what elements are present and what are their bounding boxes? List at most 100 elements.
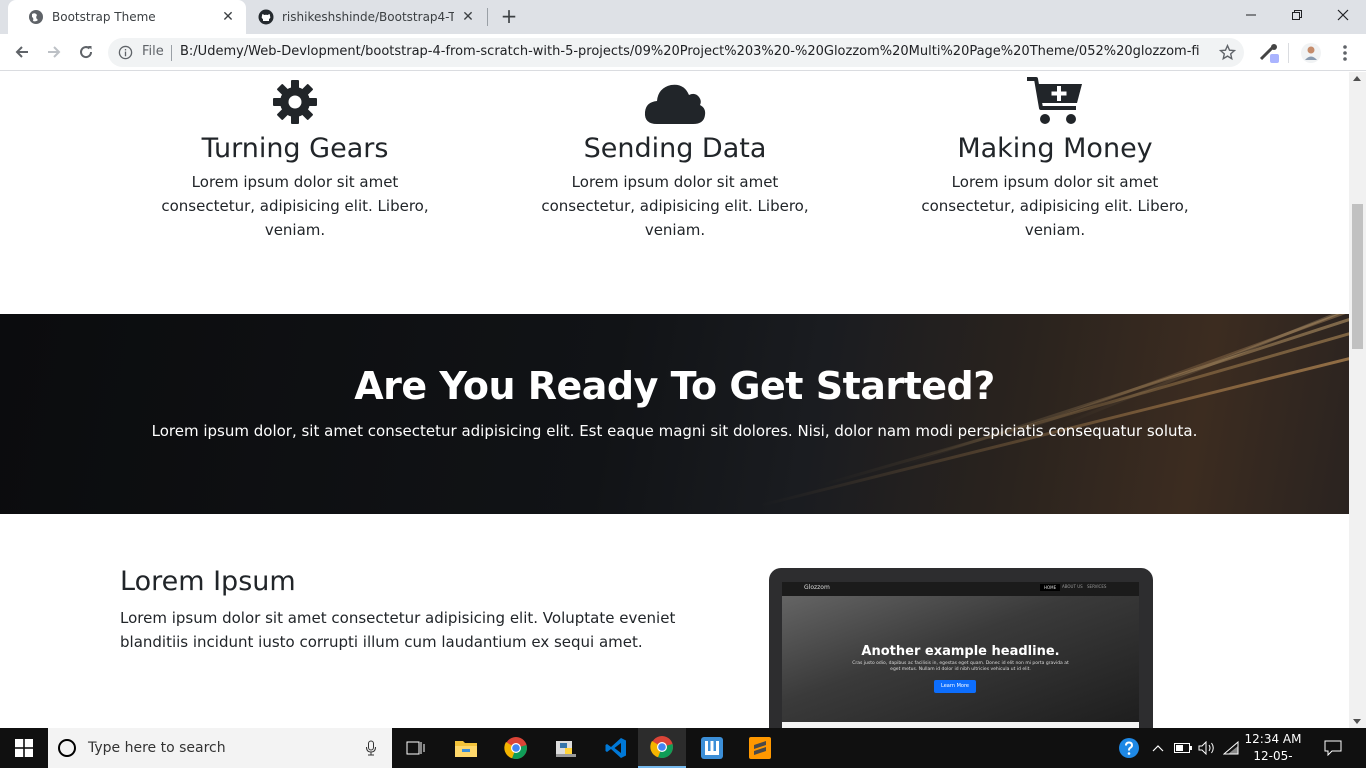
feature-turning-gears: Turning Gears Lorem ipsum dolor sit amet…	[105, 72, 485, 242]
mini-headline: Another example headline.	[861, 644, 1060, 659]
scrollbar-thumb[interactable]	[1352, 204, 1363, 349]
star-icon[interactable]	[1219, 44, 1236, 61]
clock-time: 12:34 AM	[1244, 732, 1302, 746]
windows-taskbar: Type here to search 12:34 AM 12-05-2019	[0, 728, 1366, 780]
taskbar-vscode[interactable]	[592, 728, 640, 768]
tab-title: Bootstrap Theme	[52, 10, 156, 24]
restore-button[interactable]	[1274, 0, 1320, 30]
feature-text: Lorem ipsum dolor sit amet consectetur, …	[541, 173, 809, 239]
taskbar-chrome-active[interactable]	[638, 728, 686, 768]
forward-button[interactable]	[42, 40, 66, 64]
wifi-icon	[1223, 741, 1239, 755]
banner-title: Are You Ready To Get Started?	[354, 364, 995, 408]
info-icon[interactable]	[118, 45, 133, 60]
browser-toolbar: File B:/Udemy/Web-Devlopment/bootstrap-4…	[0, 34, 1366, 71]
mini-nav-home: HOME	[1040, 584, 1061, 591]
menu-icon[interactable]	[1334, 42, 1356, 64]
clock-date: 12-05-2019	[1253, 749, 1293, 780]
avatar[interactable]	[1300, 42, 1322, 64]
tab-bootstrap-theme[interactable]: Bootstrap Theme ✕	[8, 0, 246, 34]
tray-overflow-button[interactable]	[1148, 728, 1168, 768]
banner-text: Lorem ipsum dolor, sit amet consectetur …	[151, 422, 1198, 440]
vscode-icon	[605, 738, 626, 758]
info-title: Lorem Ipsum	[120, 566, 296, 597]
scheme-label: File	[142, 44, 164, 59]
python-icon	[556, 741, 576, 757]
mini-nav-about: ABOUT US	[1062, 584, 1083, 589]
address-divider	[171, 45, 172, 61]
toolbar-divider	[1288, 43, 1289, 63]
volume-icon	[1198, 741, 1214, 755]
get-started-banner: Are You Ready To Get Started? Lorem ipsu…	[0, 314, 1349, 514]
help-icon	[1119, 738, 1139, 758]
laptop-screen: Glozzom HOME ABOUT US SERVICES Another e…	[782, 582, 1139, 722]
feature-title: Sending Data	[583, 133, 767, 164]
arrow-right-icon	[48, 46, 61, 58]
reload-button[interactable]	[74, 40, 98, 64]
page-viewport: Turning Gears Lorem ipsum dolor sit amet…	[0, 72, 1349, 728]
battery-tray[interactable]	[1172, 728, 1194, 768]
close-icon	[1337, 9, 1349, 21]
feature-title: Making Money	[957, 133, 1153, 164]
sublime-text-icon	[749, 737, 771, 759]
task-view-icon	[406, 741, 425, 755]
chrome-icon	[650, 736, 673, 759]
chrome-icon	[504, 737, 527, 760]
github-icon	[258, 9, 274, 25]
taskbar-sublime-text[interactable]	[736, 728, 784, 768]
close-icon[interactable]: ✕	[220, 9, 236, 25]
app-icon	[701, 737, 723, 759]
reload-icon	[80, 46, 93, 59]
mini-learn-more: Learn More	[934, 680, 976, 693]
tab-divider	[487, 8, 488, 26]
mini-navbar: Glozzom HOME ABOUT US SERVICES	[782, 582, 1139, 596]
arrow-left-icon	[15, 46, 28, 58]
taskbar-search-box[interactable]: Type here to search	[48, 728, 392, 768]
globe-icon	[29, 10, 43, 24]
minimize-button[interactable]	[1228, 0, 1274, 30]
cart-plus-icon	[1027, 77, 1082, 124]
tab-title: rishikeshshinde/Bootstrap4-Then	[282, 10, 454, 24]
taskbar-app[interactable]	[688, 728, 736, 768]
volume-tray[interactable]	[1196, 728, 1218, 768]
windows-logo-icon	[15, 739, 33, 757]
feature-making-money: Making Money Lorem ipsum dolor sit amet …	[865, 72, 1245, 242]
laptop-mockup-image: Glozzom HOME ABOUT US SERVICES Another e…	[769, 568, 1153, 728]
network-tray[interactable]	[1220, 728, 1242, 768]
scroll-down-icon[interactable]	[1353, 719, 1361, 724]
taskbar-file-explorer[interactable]	[442, 728, 490, 768]
address-bar[interactable]: File B:/Udemy/Web-Devlopment/bootstrap-4…	[108, 38, 1244, 67]
taskbar-python[interactable]	[542, 728, 590, 768]
help-tray-button[interactable]	[1114, 728, 1144, 768]
mini-nav-services: SERVICES	[1087, 584, 1107, 589]
close-icon[interactable]: ✕	[460, 9, 476, 25]
new-tab-button[interactable]: +	[498, 6, 520, 28]
info-text: Lorem ipsum dolor sit amet consectetur a…	[120, 609, 676, 651]
scroll-up-icon[interactable]	[1353, 76, 1361, 81]
tab-strip: Bootstrap Theme ✕ rishikeshshinde/Bootst…	[0, 0, 1366, 34]
feature-title: Turning Gears	[201, 133, 389, 164]
search-placeholder: Type here to search	[88, 740, 226, 756]
start-button[interactable]	[0, 728, 48, 768]
page-scrollbar[interactable]	[1349, 72, 1366, 728]
battery-icon	[1174, 743, 1192, 753]
taskbar-chrome[interactable]	[492, 728, 540, 768]
feature-sending-data: Sending Data Lorem ipsum dolor sit amet …	[485, 72, 865, 242]
notification-icon	[1324, 740, 1342, 756]
back-button[interactable]	[10, 40, 34, 64]
system-clock[interactable]: 12:34 AM 12-05-2019	[1240, 731, 1306, 782]
microphone-icon[interactable]	[365, 740, 377, 756]
feature-text: Lorem ipsum dolor sit amet consectetur, …	[161, 173, 429, 239]
cortana-icon	[58, 739, 76, 757]
extension-icon[interactable]	[1258, 42, 1280, 64]
gear-icon	[273, 80, 317, 124]
tab-github[interactable]: rishikeshshinde/Bootstrap4-Then ✕	[246, 0, 486, 34]
url-text[interactable]: B:/Udemy/Web-Devlopment/bootstrap-4-from…	[180, 44, 1200, 59]
file-explorer-icon	[455, 741, 477, 757]
task-view-button[interactable]	[392, 728, 440, 768]
mini-brand: Glozzom	[804, 584, 830, 591]
action-center-button[interactable]	[1318, 728, 1348, 768]
close-window-button[interactable]	[1320, 0, 1366, 30]
restore-icon	[1292, 10, 1302, 20]
feature-text: Lorem ipsum dolor sit amet consectetur, …	[921, 173, 1189, 239]
